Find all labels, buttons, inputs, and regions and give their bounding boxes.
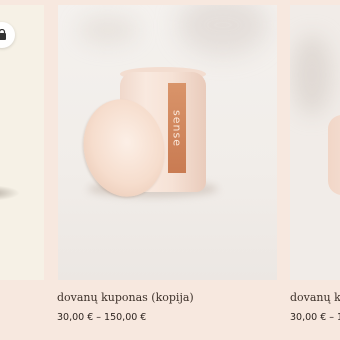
background-blur — [292, 35, 332, 115]
product-image[interactable] — [290, 5, 340, 280]
product-shadow — [0, 185, 20, 201]
product-title-link[interactable]: dovanų kuponas (kopija) — [57, 291, 194, 304]
add-to-cart-button[interactable] — [0, 22, 15, 48]
product-image[interactable] — [0, 5, 44, 280]
shopping-bag-icon — [0, 26, 8, 45]
background-blur — [78, 15, 138, 45]
candle-jar — [328, 115, 340, 195]
product-image[interactable]: sense — [58, 5, 277, 280]
product-price: 30,00 € – 150,00 € — [57, 312, 147, 323]
brand-label: sense — [168, 83, 186, 173]
product-price: 30,00 € – 150 — [290, 312, 340, 323]
product-title-link[interactable]: dovanų ku — [290, 291, 340, 304]
product-grid: sense dovanų kuponas (kopija) 30,00 € – … — [0, 0, 340, 340]
background-blur — [178, 5, 268, 55]
brand-label-text: sense — [170, 109, 184, 147]
